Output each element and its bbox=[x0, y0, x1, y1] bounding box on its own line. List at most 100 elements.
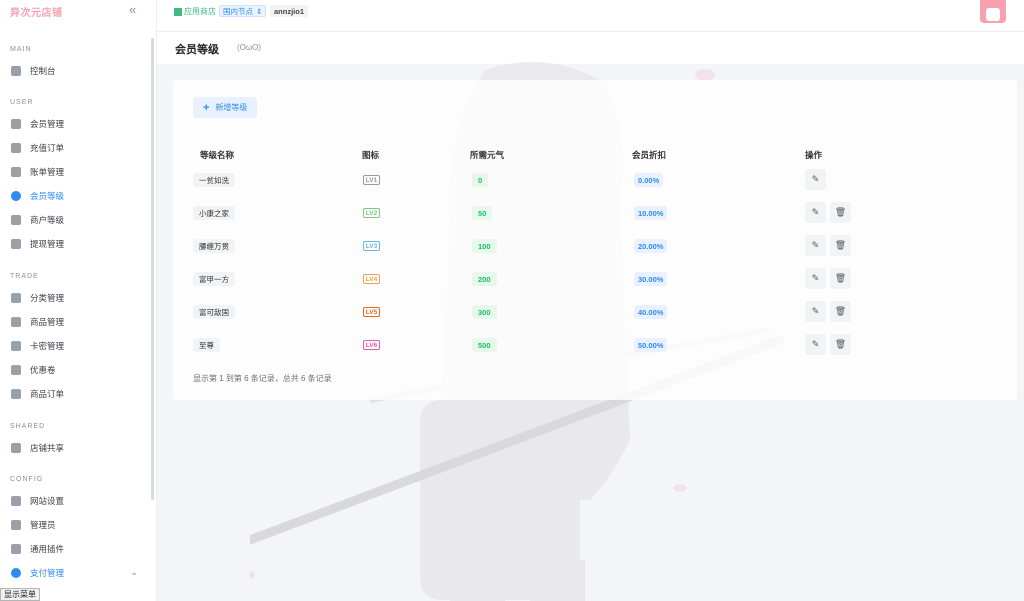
edit-icon: ✎ bbox=[811, 339, 820, 349]
required-points: 300 bbox=[472, 305, 497, 319]
app-store-link[interactable]: 应用商店 bbox=[174, 6, 216, 17]
trash-icon: 🗑 bbox=[834, 339, 847, 349]
store-icon bbox=[174, 7, 182, 16]
delete-button[interactable]: 🗑 bbox=[830, 334, 851, 355]
level-name: 一贫如洗 bbox=[193, 173, 235, 187]
dashboard-icon bbox=[11, 66, 21, 76]
sidebar-item-goods-orders[interactable]: 商品订单 bbox=[11, 386, 141, 402]
sidebar-item-goods[interactable]: 商品管理 bbox=[11, 314, 141, 330]
required-points: 0 bbox=[472, 173, 489, 187]
level-name: 至尊 bbox=[193, 338, 220, 352]
section-user: USER bbox=[10, 99, 34, 106]
discount-value: 40.00% bbox=[634, 305, 668, 319]
section-config: CONFIG bbox=[10, 476, 44, 483]
trash-icon: 🗑 bbox=[834, 240, 847, 250]
page-header: 会员等级 (OωO) bbox=[157, 32, 1024, 64]
level-badge-icon: LV1 bbox=[363, 175, 380, 185]
sidebar-item-categories[interactable]: 分类管理 bbox=[11, 290, 141, 306]
discount-value: 0.00% bbox=[634, 173, 664, 187]
sidebar-item-recharge-orders[interactable]: 充值订单 bbox=[11, 140, 141, 156]
trash-icon: 🗑 bbox=[834, 207, 847, 217]
username-badge[interactable]: annzjio1 bbox=[270, 5, 309, 17]
sidebar-item-member-level[interactable]: 会员等级 bbox=[11, 188, 141, 204]
level-badge-icon: LV3 bbox=[363, 241, 380, 251]
chevron-down-icon: ⌄ bbox=[130, 567, 138, 577]
col-header-actions: 操作 bbox=[805, 150, 823, 160]
discount-value: 20.00% bbox=[634, 239, 668, 253]
level-name: 腰缠万贯 bbox=[193, 239, 235, 253]
level-badge-icon: LV6 bbox=[363, 340, 380, 350]
sidebar-item-site-settings[interactable]: 网站设置 bbox=[11, 493, 141, 509]
required-points: 500 bbox=[472, 338, 497, 352]
edit-button[interactable]: ✎ bbox=[805, 268, 826, 289]
edit-button[interactable]: ✎ bbox=[805, 301, 826, 322]
table-row: 至尊 LV6 500 50.00% ✎ 🗑 bbox=[173, 330, 1017, 363]
share-icon bbox=[11, 443, 21, 453]
avatar[interactable] bbox=[980, 0, 1006, 23]
show-menu-button[interactable]: 显示菜单 bbox=[0, 588, 40, 601]
select-arrows-icon: ⇕ bbox=[256, 6, 263, 16]
brand-logo[interactable]: 异次元店铺 bbox=[10, 4, 63, 19]
sidebar-item-members[interactable]: 会员管理 bbox=[11, 116, 141, 132]
sidebar-item-store-share[interactable]: 店铺共享 bbox=[11, 440, 141, 456]
sidebar-item-bills[interactable]: 账单管理 bbox=[11, 164, 141, 180]
edit-icon: ✎ bbox=[811, 207, 820, 217]
edit-button[interactable]: ✎ bbox=[805, 202, 826, 223]
goods-icon bbox=[11, 317, 21, 327]
level-badge-icon: LV5 bbox=[363, 307, 380, 317]
sidebar-item-admins[interactable]: 管理员 bbox=[11, 517, 141, 533]
col-header-need: 所需元气 bbox=[470, 150, 505, 160]
edit-button[interactable]: ✎ bbox=[805, 334, 826, 355]
edit-button[interactable]: ✎ bbox=[805, 235, 826, 256]
sidebar-scrollbar[interactable] bbox=[151, 38, 154, 500]
level-badge-icon: LV4 bbox=[363, 274, 380, 284]
plus-icon: + bbox=[203, 101, 210, 114]
level-badge-icon: LV2 bbox=[363, 208, 380, 218]
coupon-icon bbox=[11, 365, 21, 375]
table-row: 富甲一方 LV4 200 30.00% ✎ 🗑 bbox=[173, 264, 1017, 297]
sidebar-item-dashboard[interactable]: 控制台 bbox=[11, 63, 141, 79]
level-name: 富可敌国 bbox=[193, 305, 235, 319]
plugin-icon bbox=[11, 544, 21, 554]
user-icon bbox=[11, 119, 21, 129]
delete-button[interactable]: 🗑 bbox=[830, 202, 851, 223]
sidebar-item-withdraw[interactable]: 提现管理 bbox=[11, 236, 141, 252]
col-header-icon: 图标 bbox=[362, 150, 380, 160]
table-row: 富可敌国 LV5 300 40.00% ✎ 🗑 bbox=[173, 297, 1017, 330]
sidebar-item-cards[interactable]: 卡密管理 bbox=[11, 338, 141, 354]
withdraw-icon bbox=[11, 239, 21, 249]
delete-button[interactable]: 🗑 bbox=[830, 301, 851, 322]
page-subtitle: (OωO) bbox=[237, 43, 262, 52]
required-points: 50 bbox=[472, 206, 493, 220]
bill-icon bbox=[11, 167, 21, 177]
required-points: 200 bbox=[472, 272, 497, 286]
card-icon bbox=[11, 341, 21, 351]
trash-icon: 🗑 bbox=[834, 306, 847, 316]
edit-icon: ✎ bbox=[811, 306, 820, 316]
sidebar-item-payment[interactable]: 支付管理 ⌄ bbox=[11, 565, 141, 581]
sidebar-item-plugins[interactable]: 通用插件 bbox=[11, 541, 141, 557]
table-row: 一贫如洗 LV1 0 0.00% ✎ bbox=[173, 165, 1017, 198]
trash-icon: 🗑 bbox=[834, 273, 847, 283]
table-row: 腰缠万贯 LV3 100 20.00% ✎ 🗑 bbox=[173, 231, 1017, 264]
col-header-discount: 会员折扣 bbox=[632, 150, 667, 160]
sidebar-item-coupons[interactable]: 优惠卷 bbox=[11, 362, 141, 378]
level-name: 小康之家 bbox=[193, 206, 235, 220]
merchant-icon bbox=[11, 215, 21, 225]
edit-icon: ✎ bbox=[811, 273, 820, 283]
delete-button[interactable]: 🗑 bbox=[830, 235, 851, 256]
level-table-card: + 新增等级 等级名称 图标 所需元气 会员折扣 操作 一贫如洗 LV1 0 0.00%… bbox=[173, 80, 1017, 400]
section-shared: SHARED bbox=[10, 423, 46, 430]
collapse-sidebar-icon[interactable]: « bbox=[129, 2, 136, 17]
sidebar-item-merchant-level[interactable]: 商户等级 bbox=[11, 212, 141, 228]
delete-button[interactable]: 🗑 bbox=[830, 268, 851, 289]
add-level-button[interactable]: + 新增等级 bbox=[193, 97, 258, 118]
settings-icon bbox=[11, 496, 21, 506]
admin-icon bbox=[11, 520, 21, 530]
node-select[interactable]: 国内节点 ⇕ bbox=[219, 5, 267, 17]
table-row: 小康之家 LV2 50 10.00% ✎ 🗑 bbox=[173, 198, 1017, 231]
discount-value: 10.00% bbox=[634, 206, 668, 220]
required-points: 100 bbox=[472, 239, 497, 253]
edit-button[interactable]: ✎ bbox=[805, 169, 826, 190]
section-main: MAIN bbox=[10, 46, 32, 53]
